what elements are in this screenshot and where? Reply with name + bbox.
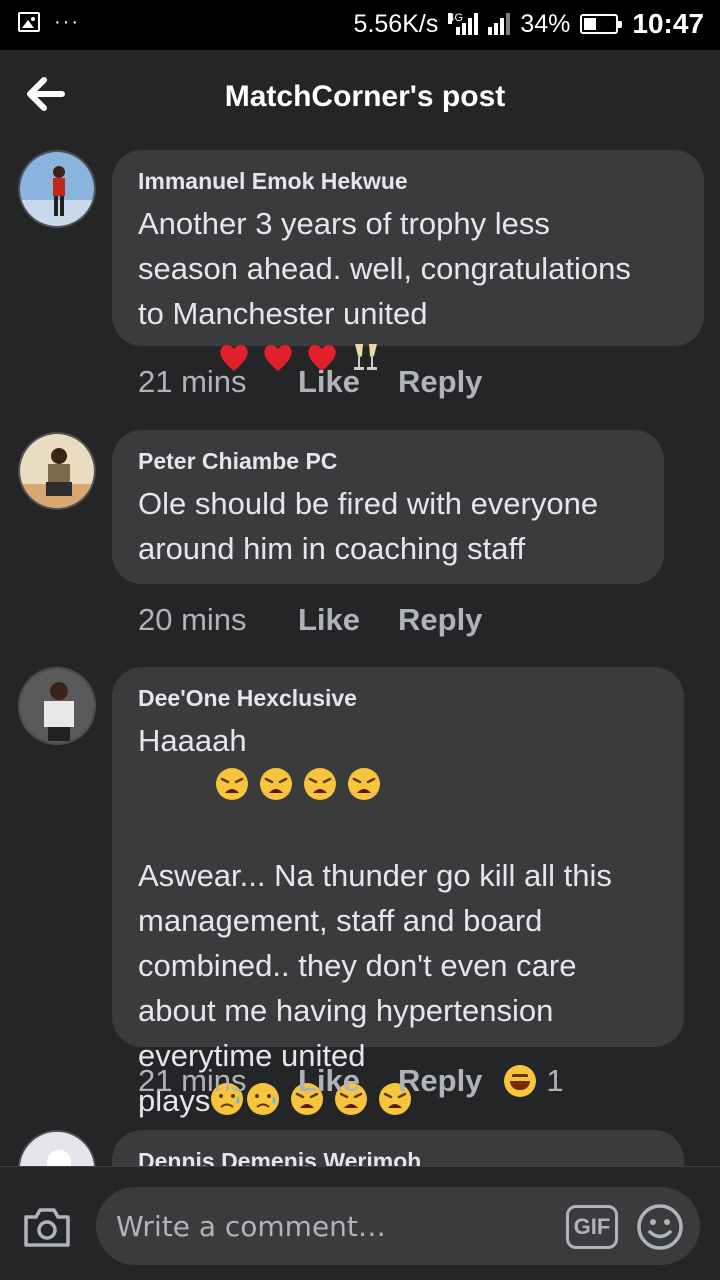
avatar[interactable] xyxy=(18,667,96,745)
comments-feed[interactable]: Immanuel Emok Hekwue Another 3 years of … xyxy=(0,146,720,1166)
gif-button[interactable]: GIF xyxy=(566,1205,618,1249)
reply-button[interactable]: Reply xyxy=(398,1063,482,1099)
comment-author[interactable]: Immanuel Emok Hekwue xyxy=(138,168,678,195)
clock: 10:47 xyxy=(632,8,704,39)
reply-button[interactable]: Reply xyxy=(398,364,482,400)
comment-author[interactable]: Dee'One Hexclusive xyxy=(138,685,658,712)
camera-icon xyxy=(24,1208,70,1247)
camera-button[interactable] xyxy=(22,1205,72,1249)
signal-sim1-icon: 4G xyxy=(448,13,479,35)
comment-timestamp: 21 mins xyxy=(138,1063,247,1098)
network-speed: 5.56K/s xyxy=(353,9,439,38)
comment-composer: GIF xyxy=(0,1166,720,1280)
avatar[interactable] xyxy=(18,150,96,228)
comment-text-line1: Haaaah xyxy=(138,723,247,758)
weary-face-icon xyxy=(215,768,248,800)
emoji-button[interactable] xyxy=(636,1203,684,1251)
laughing-face-icon xyxy=(504,1065,537,1097)
comment-text: Ole should be fired with everyone around… xyxy=(138,486,599,566)
comment-timestamp: 21 mins xyxy=(138,364,247,399)
more-notifications-icon: ··· xyxy=(54,11,80,33)
comment-actions: 21 mins Like Reply 1 xyxy=(138,1063,564,1099)
comment-actions: 21 mins Like Reply xyxy=(138,364,504,400)
avatar[interactable] xyxy=(18,432,96,510)
comment-author[interactable]: Dennis Demenis Werimoh xyxy=(138,1148,658,1166)
comment-bubble[interactable]: Dee'One Hexclusive Haaaah Aswear... Na t… xyxy=(112,667,684,1118)
post-header: MatchCorner's post xyxy=(0,50,720,146)
comment-author[interactable]: Peter Chiambe PC xyxy=(138,448,638,475)
reaction-summary[interactable]: 1 xyxy=(504,1063,564,1099)
weary-face-icon xyxy=(303,768,336,800)
battery-icon xyxy=(580,14,623,34)
comment-text: Aswear... Na thunder go kill all this ma… xyxy=(138,858,612,1073)
page-title: MatchCorner's post xyxy=(224,80,506,113)
comment-bubble[interactable]: Dennis Demenis Werimoh xyxy=(112,1130,684,1166)
weary-face-icon xyxy=(259,768,292,800)
smiley-icon xyxy=(637,1204,683,1250)
reaction-count: 1 xyxy=(546,1063,564,1098)
avatar[interactable] xyxy=(18,1130,96,1166)
comment-bubble[interactable]: Immanuel Emok Hekwue Another 3 years of … xyxy=(112,150,704,371)
like-button[interactable]: Like xyxy=(298,1063,398,1099)
gallery-notification-icon xyxy=(18,12,40,32)
comment-timestamp: 20 mins xyxy=(138,602,247,637)
weary-face-icon xyxy=(347,768,380,800)
comment-bubble[interactable]: Peter Chiambe PC Ole should be fired wit… xyxy=(112,430,664,584)
status-bar: ··· 5.56K/s 4G 34% 10:47 xyxy=(0,0,720,50)
battery-percent: 34% xyxy=(520,9,571,38)
like-button[interactable]: Like xyxy=(298,602,398,638)
like-button[interactable]: Like xyxy=(298,364,398,400)
comment-actions: 20 mins Like Reply xyxy=(138,602,504,638)
reply-button[interactable]: Reply xyxy=(398,602,482,638)
comment-text: Another 3 years of trophy less season ah… xyxy=(138,206,631,331)
signal-sim2-icon xyxy=(488,13,511,35)
